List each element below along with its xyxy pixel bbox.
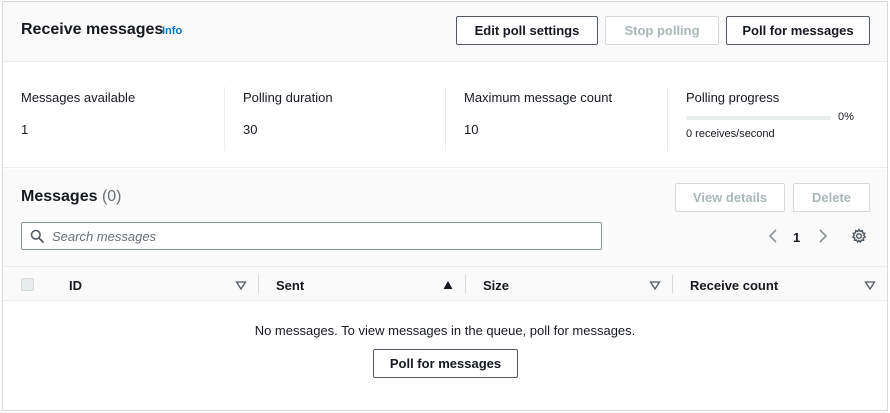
empty-poll-for-messages-button[interactable]: Poll for messages (373, 349, 518, 378)
messages-table-header: ID Sent Size Receive count (3, 266, 887, 301)
search-input[interactable] (50, 223, 595, 249)
caret-down-outline-icon[interactable] (235, 278, 247, 291)
max-message-count-value: 10 (464, 122, 479, 137)
column-header-id[interactable]: ID (69, 278, 82, 293)
messages-header: Messages (0) View details Delete 1 (3, 169, 887, 266)
stop-polling-button[interactable]: Stop polling (605, 16, 719, 45)
edit-poll-settings-button[interactable]: Edit poll settings (456, 16, 598, 45)
current-page-number[interactable]: 1 (793, 230, 800, 245)
receive-messages-page: Receive messages Info Edit poll settings… (2, 1, 888, 411)
messages-title-text: Messages (21, 188, 98, 205)
polling-duration-value: 30 (243, 122, 258, 137)
stat-divider (224, 87, 225, 151)
messages-title: Messages (0) (21, 188, 122, 206)
gear-icon[interactable] (850, 227, 868, 245)
receive-messages-header: Receive messages Info Edit poll settings… (3, 2, 887, 62)
stat-divider (667, 87, 668, 151)
polling-duration-label: Polling duration (243, 90, 333, 105)
messages-available-label: Messages available (21, 90, 136, 105)
polling-progress-bar (686, 116, 831, 120)
max-message-count-label: Maximum message count (464, 90, 613, 105)
column-divider (258, 275, 259, 293)
polling-progress-label: Polling progress (686, 90, 780, 105)
stat-divider (445, 87, 446, 151)
chevron-left-icon[interactable] (764, 227, 782, 245)
empty-state-text: No messages. To view messages in the que… (254, 323, 636, 338)
column-header-receive-count[interactable]: Receive count (690, 278, 778, 293)
messages-available-value: 1 (21, 122, 29, 137)
polling-receive-rate: 0 receives/second (686, 128, 775, 140)
caret-up-filled-icon[interactable] (442, 278, 454, 290)
caret-down-outline-icon[interactable] (864, 278, 876, 291)
column-divider (465, 275, 466, 293)
search-icon (30, 229, 44, 243)
messages-count: (0) (101, 188, 122, 205)
select-all-checkbox[interactable] (21, 278, 34, 291)
poll-for-messages-button[interactable]: Poll for messages (726, 16, 870, 45)
search-field[interactable] (21, 222, 602, 250)
caret-down-outline-icon[interactable] (649, 278, 661, 291)
view-details-button[interactable]: View details (675, 183, 785, 212)
column-header-sent[interactable]: Sent (276, 278, 304, 293)
column-divider (672, 275, 673, 293)
column-header-size[interactable]: Size (483, 278, 509, 293)
polling-progress-percent: 0% (838, 111, 854, 123)
receive-messages-title: Receive messages (21, 21, 164, 38)
chevron-right-icon[interactable] (814, 227, 832, 245)
delete-button[interactable]: Delete (793, 183, 870, 212)
info-link[interactable]: Info (162, 25, 182, 37)
